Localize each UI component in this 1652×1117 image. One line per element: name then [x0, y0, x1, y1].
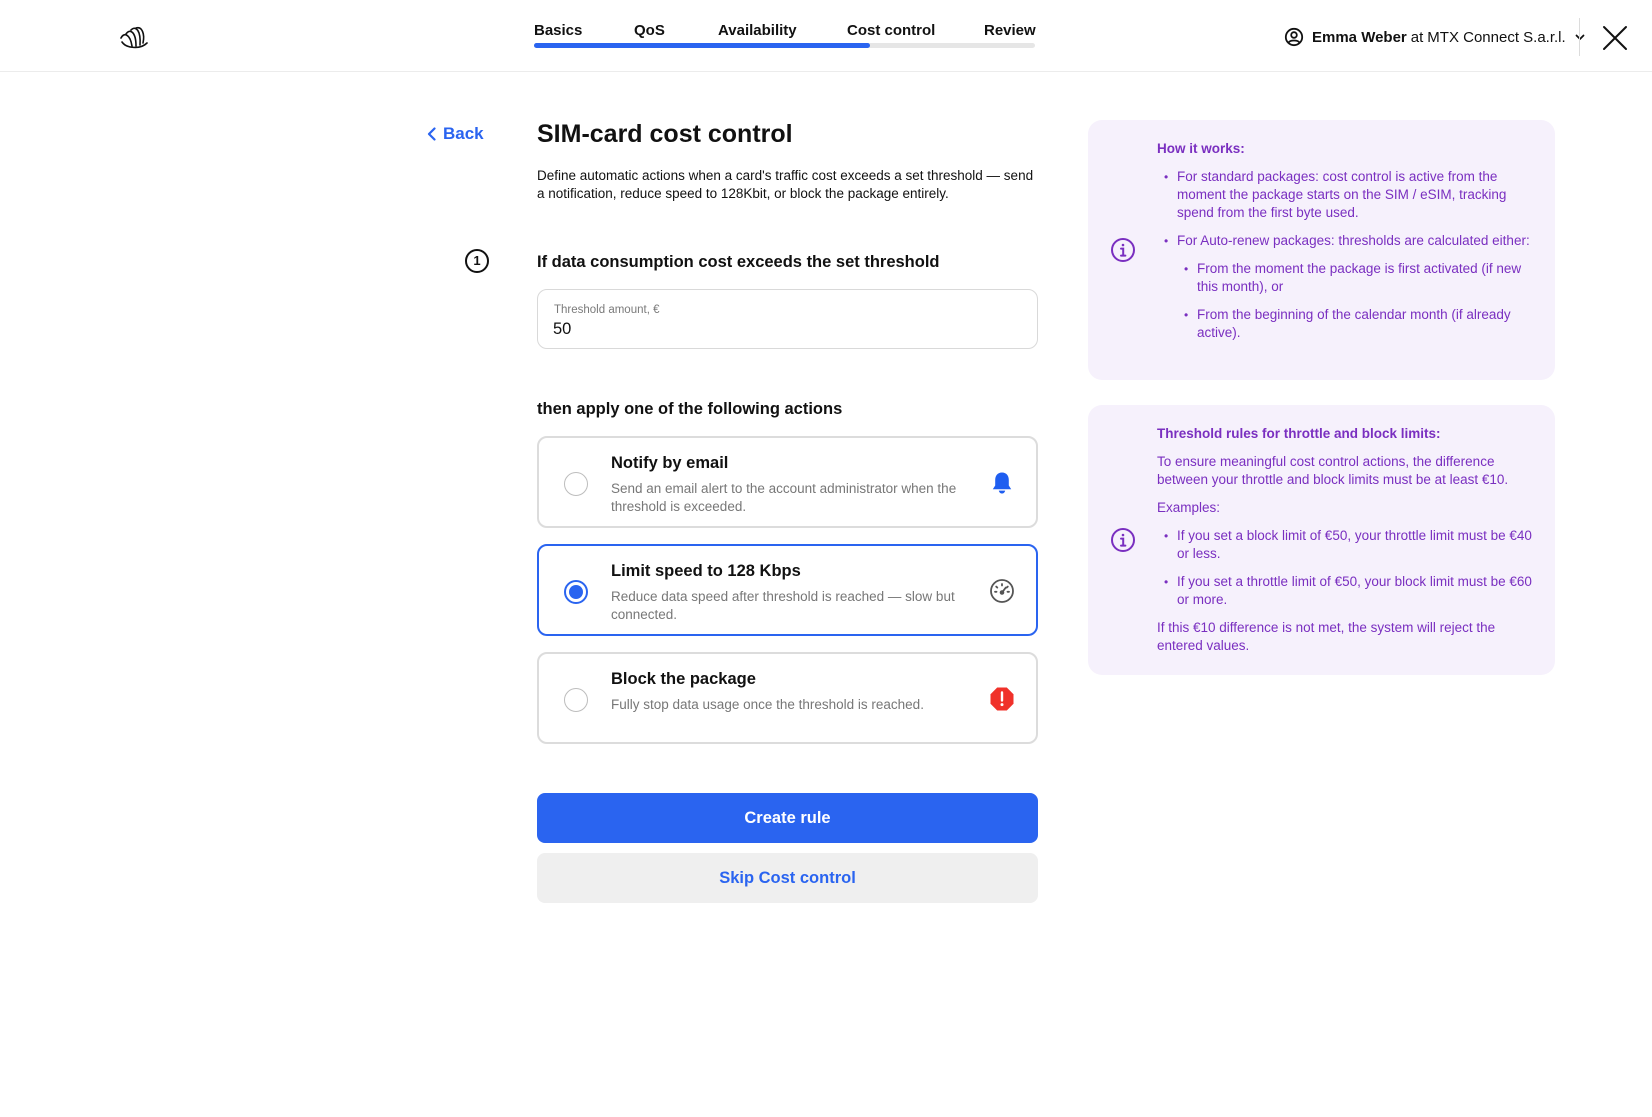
info-sub-list-item: From the moment the package is first act…	[1157, 260, 1537, 296]
option-description: Send an email alert to the account admin…	[611, 481, 957, 514]
info-list-item: For Auto-renew packages: thresholds are …	[1157, 232, 1537, 250]
step-review[interactable]: Review	[984, 22, 1036, 39]
bell-icon	[992, 472, 1012, 494]
threshold-amount-field[interactable]: Threshold amount, €	[537, 289, 1038, 349]
info-examples-label: Examples:	[1157, 500, 1221, 515]
info-card-content: How it works: For standard packages: cos…	[1157, 140, 1537, 352]
info-list-item: If you set a throttle limit of €50, your…	[1157, 573, 1537, 609]
back-link[interactable]: Back	[426, 124, 484, 144]
option-description: Fully stop data usage once the threshold…	[611, 697, 924, 712]
chevron-left-icon	[427, 127, 436, 141]
alert-octagon-icon	[990, 687, 1014, 711]
account-user-name: Emma Weber	[1312, 28, 1407, 46]
info-sub-list-item: From the beginning of the calendar month…	[1157, 306, 1537, 342]
info-list-item: If you set a block limit of €50, your th…	[1157, 527, 1537, 563]
threshold-amount-input[interactable]	[553, 320, 1013, 339]
option-title: Notify by email	[611, 454, 729, 472]
info-paragraph: If this €10 difference is not met, the s…	[1157, 620, 1496, 653]
info-icon	[1111, 238, 1135, 262]
info-card-content: Threshold rules for throttle and block l…	[1157, 425, 1537, 665]
progress-bar	[534, 43, 1035, 48]
info-card-how-it-works: How it works: For standard packages: cos…	[1088, 120, 1555, 380]
threshold-section-title: If data consumption cost exceeds the set…	[537, 253, 940, 271]
account-at-label: at	[1410, 28, 1424, 46]
back-link-label: Back	[443, 124, 484, 143]
info-list-item: For standard packages: cost control is a…	[1157, 168, 1537, 222]
option-block-package[interactable]: Block the package Fully stop data usage …	[537, 652, 1038, 744]
option-title: Limit speed to 128 Kbps	[611, 562, 801, 580]
option-limit-speed-radio[interactable]	[564, 580, 588, 604]
progress-bar-fill	[534, 43, 870, 48]
info-card-threshold-rules: Threshold rules for throttle and block l…	[1088, 405, 1555, 675]
close-icon[interactable]	[1602, 25, 1628, 51]
speedometer-icon	[990, 579, 1014, 603]
option-block-package-radio[interactable]	[564, 688, 588, 712]
step-cost-control[interactable]: Cost control	[847, 22, 935, 39]
page-description: Define automatic actions when a card's t…	[537, 168, 1034, 201]
step-basics[interactable]: Basics	[534, 22, 582, 39]
top-header: Basics QoS Availability Cost control Rev…	[0, 0, 1652, 72]
info-card-title: How it works:	[1157, 141, 1245, 156]
info-icon	[1111, 528, 1135, 552]
threshold-amount-label: Threshold amount, €	[554, 304, 660, 316]
option-limit-speed[interactable]: Limit speed to 128 Kbps Reduce data spee…	[537, 544, 1038, 636]
step-number-badge: 1	[465, 249, 489, 273]
option-notify-email-radio[interactable]	[564, 472, 588, 496]
wizard-steps: Basics QoS Availability Cost control Rev…	[534, 22, 1036, 52]
option-title: Block the package	[611, 670, 756, 688]
user-circle-icon	[1284, 27, 1304, 47]
actions-section-title: then apply one of the following actions	[537, 400, 843, 418]
info-card-title: Threshold rules for throttle and block l…	[1157, 426, 1441, 441]
account-switcher[interactable]: Emma Weber at MTX Connect S.a.r.l.	[1284, 26, 1586, 48]
step-availability[interactable]: Availability	[718, 22, 797, 39]
logo-icon	[120, 26, 148, 49]
skip-cost-control-button[interactable]: Skip Cost control	[537, 853, 1038, 903]
option-notify-email[interactable]: Notify by email Send an email alert to t…	[537, 436, 1038, 528]
info-paragraph: To ensure meaningful cost control action…	[1157, 454, 1509, 487]
account-company-name: MTX Connect S.a.r.l.	[1427, 28, 1566, 46]
page-title: SIM-card cost control	[537, 120, 793, 148]
step-qos[interactable]: QoS	[634, 22, 665, 39]
header-divider	[1579, 18, 1580, 56]
option-description: Reduce data speed after threshold is rea…	[611, 589, 955, 622]
create-rule-button[interactable]: Create rule	[537, 793, 1038, 843]
